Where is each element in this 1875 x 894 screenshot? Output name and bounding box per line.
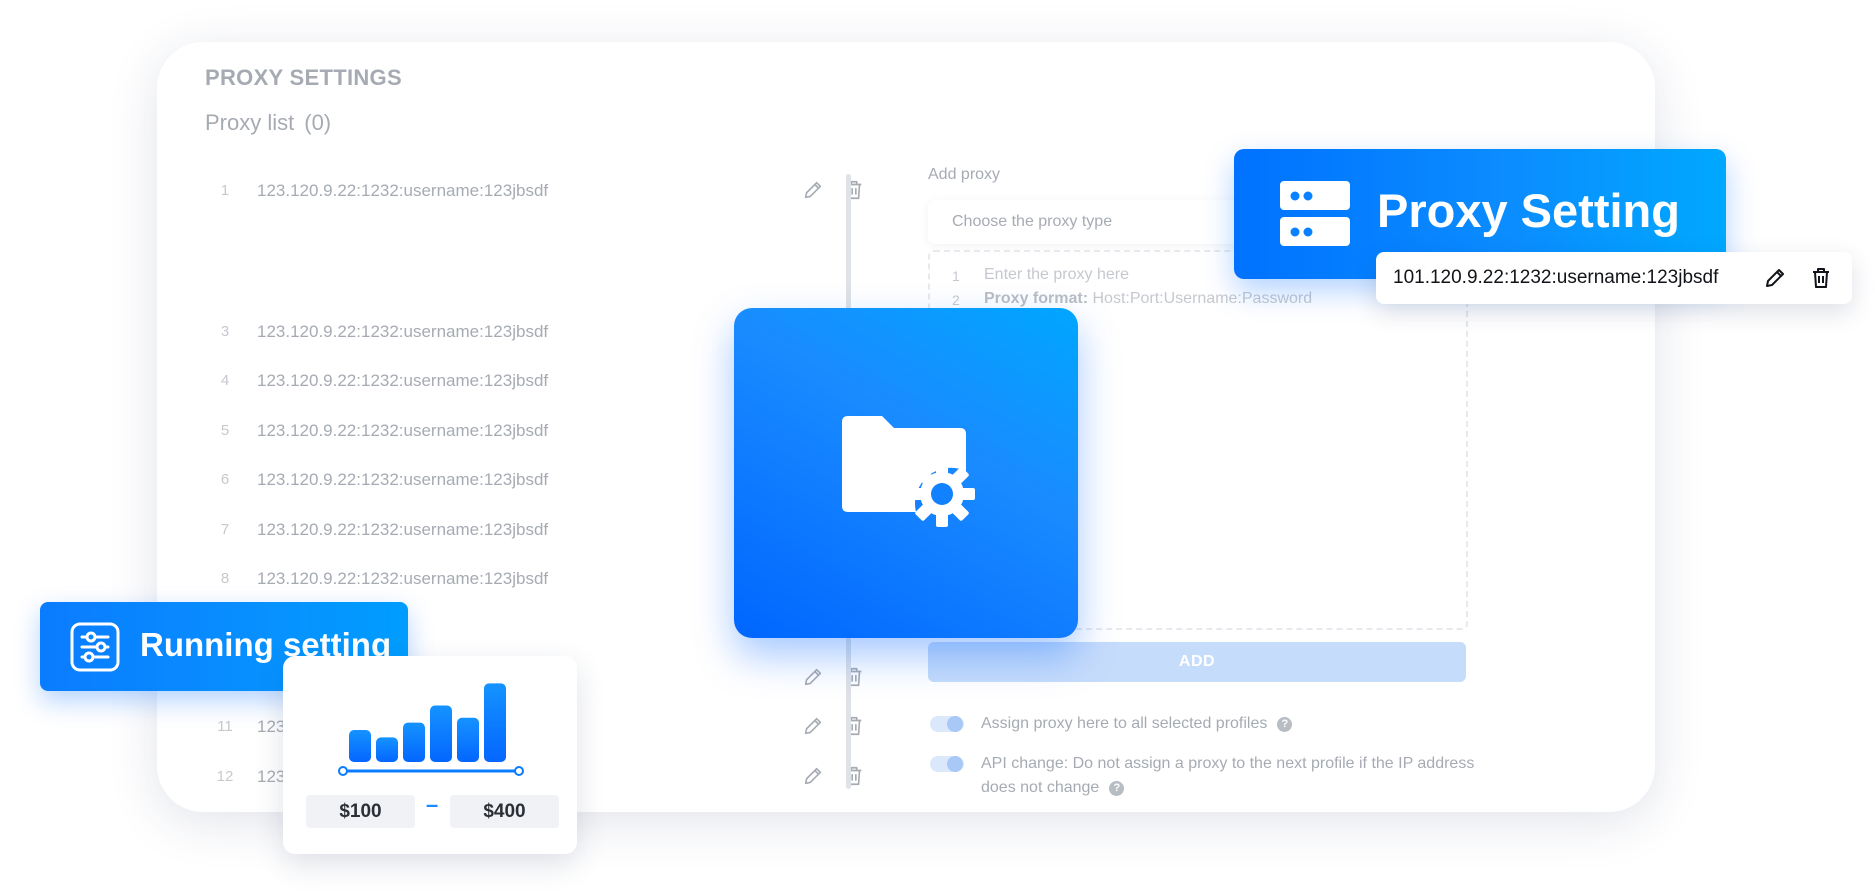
proxy-row-number: 5 — [220, 422, 230, 439]
proxy-row[interactable]: 7 123.120.9.22:1232:username:123jbsdf — [205, 516, 825, 546]
range-separator: – — [426, 792, 439, 817]
proxy-row-text: 123 — [257, 767, 286, 786]
price-range-card: $100 – $400 — [283, 656, 577, 854]
proxy-row[interactable]: 5 123.120.9.22:1232:username:123jbsdf — [205, 417, 825, 447]
proxy-row-text: 123.120.9.22:1232:username:123jbsdf — [257, 322, 549, 341]
edit-icon[interactable] — [802, 179, 824, 201]
folder-settings-card — [734, 308, 1078, 638]
edit-icon[interactable] — [802, 715, 824, 737]
proxy-type-placeholder: Choose the proxy type — [952, 213, 1113, 230]
proxy-row[interactable]: 1 123.120.9.22:1232:username:123jbsdf — [205, 177, 862, 207]
proxy-row-text: 123.120.9.22:1232:username:123jbsdf — [257, 421, 549, 440]
edit-icon[interactable] — [1763, 266, 1787, 290]
min-price-input[interactable]: $100 — [306, 795, 415, 828]
edit-icon[interactable] — [802, 765, 824, 787]
assign-all-label: Assign proxy here to all selected profil… — [981, 715, 1268, 732]
histogram-bar — [349, 730, 371, 762]
proxy-row[interactable]: 4 123.120.9.22:1232:username:123jbsdf — [205, 367, 825, 397]
proxy-row-number: 11 — [217, 718, 233, 735]
proxy-row-number: 6 — [220, 471, 230, 488]
api-change-option: API change: Do not assign a proxy to the… — [981, 752, 1474, 800]
assign-all-toggle[interactable] — [930, 716, 964, 732]
page-title: PROXY SETTINGS — [205, 65, 402, 90]
proxy-row-number: 4 — [220, 372, 230, 389]
editor-line-number: 2 — [952, 292, 960, 308]
proxy-row[interactable]: 3 123.120.9.22:1232:username:123jbsdf — [205, 318, 825, 348]
help-icon[interactable]: ? — [1109, 781, 1125, 796]
proxy-list-count: (0) — [304, 110, 332, 135]
api-change-toggle[interactable] — [930, 756, 964, 772]
proxy-row-text: 123.120.9.22:1232:username:123jbsdf — [257, 181, 549, 200]
add-proxy-button[interactable]: ADD — [928, 642, 1466, 682]
histogram-bar — [430, 705, 452, 762]
api-change-label-cont: does not change — [981, 779, 1100, 796]
editor-placeholder: Enter the proxy here — [984, 266, 1129, 283]
proxy-row-number: 12 — [216, 768, 234, 785]
help-icon[interactable]: ? — [1277, 717, 1293, 732]
histogram-bar — [484, 683, 506, 762]
proxy-row-text: 123.120.9.22:1232:username:123jbsdf — [257, 520, 549, 539]
highlighted-proxy-text: 101.120.9.22:1232:username:123jbsdf — [1393, 267, 1719, 288]
proxy-row-number: 3 — [220, 323, 230, 340]
proxy-row[interactable]: 6 123.120.9.22:1232:username:123jbsdf — [205, 466, 825, 496]
price-histogram — [338, 683, 524, 776]
proxy-setting-title: Proxy Setting — [1377, 184, 1680, 237]
proxy-row-number: 7 — [220, 521, 230, 538]
folder-gear-icon — [842, 416, 975, 527]
proxy-list-title: Proxy list (0) — [205, 110, 331, 136]
server-icon — [1280, 181, 1350, 246]
proxy-row[interactable]: 8 123.120.9.22:1232:username:123jbsdf — [205, 565, 825, 595]
proxy-row-text: 123.120.9.22:1232:username:123jbsdf — [257, 569, 549, 588]
highlighted-proxy-row[interactable]: 101.120.9.22:1232:username:123jbsdf — [1376, 252, 1852, 304]
proxy-format-hint: Proxy format: Host:Port:Username:Passwor… — [984, 290, 1312, 308]
api-change-label: API change: Do not assign a proxy to the… — [981, 755, 1475, 772]
proxy-format-label: Proxy format: — [984, 290, 1089, 307]
assign-all-option: Assign proxy here to all selected profil… — [981, 712, 1293, 736]
proxy-row-number: 8 — [220, 570, 230, 587]
proxy-format-value: Host:Port:Username:Password — [1092, 290, 1313, 307]
max-price-input[interactable]: $400 — [450, 795, 559, 828]
add-proxy-label: Add proxy — [928, 166, 1001, 183]
proxy-row-number: 1 — [220, 182, 230, 199]
editor-line-number: 1 — [952, 268, 960, 284]
edit-icon[interactable] — [802, 666, 824, 688]
histogram-bar — [403, 722, 425, 762]
proxy-row-text: 123 — [257, 717, 286, 736]
histogram-bar — [457, 717, 479, 762]
range-min-handle[interactable] — [338, 766, 348, 776]
proxy-list-label: Proxy list — [205, 110, 295, 135]
proxy-row-text: 123.120.9.22:1232:username:123jbsdf — [257, 371, 549, 390]
sliders-icon — [70, 622, 120, 672]
proxy-row-text: 123.120.9.22:1232:username:123jbsdf — [257, 470, 549, 489]
histogram-bar — [376, 737, 398, 762]
trash-icon[interactable] — [1809, 266, 1833, 290]
range-max-handle[interactable] — [514, 766, 524, 776]
